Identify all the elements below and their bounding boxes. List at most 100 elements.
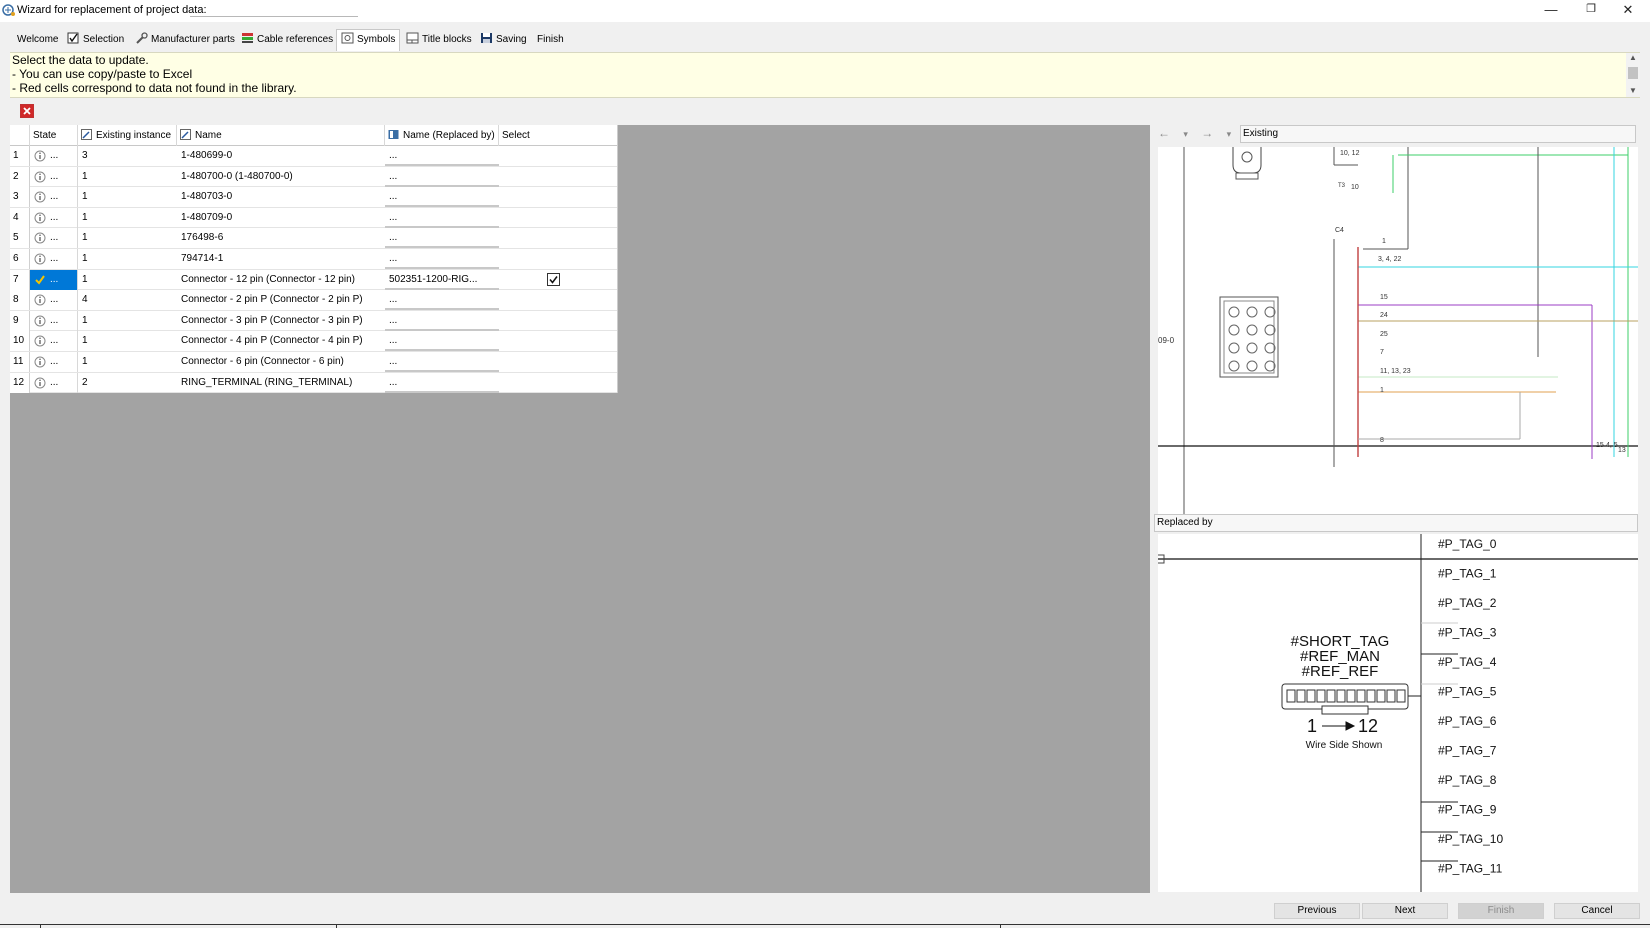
header-select[interactable]: Select [499, 125, 618, 146]
state-cell[interactable]: ... [30, 146, 78, 166]
state-more-button[interactable]: ... [50, 331, 58, 351]
state-cell[interactable]: ... [30, 310, 78, 331]
state-more-button[interactable]: ... [50, 208, 58, 228]
existing-instance-cell[interactable]: 2 [78, 373, 177, 393]
table-row[interactable]: 2... 1 1-480700-0 (1-480700-0)... [10, 166, 617, 188]
replaced-by-cell[interactable]: ... [385, 228, 499, 249]
scrollbar-thumb[interactable] [1628, 67, 1638, 79]
existing-instance-cell[interactable]: 1 [78, 167, 177, 187]
row-number[interactable]: 7 [10, 269, 30, 290]
state-more-button[interactable]: ... [50, 290, 58, 310]
row-number[interactable]: 11 [10, 351, 30, 372]
state-cell[interactable]: ... [30, 207, 78, 228]
header-state[interactable]: State [30, 125, 78, 146]
tab-selection[interactable]: Selection [63, 31, 128, 49]
name-cell[interactable]: 794714-1 [177, 249, 385, 269]
minimize-button[interactable]: — [1531, 0, 1571, 20]
state-more-button[interactable]: ... [50, 352, 58, 372]
table-row[interactable]: 3... 1 1-480703-0... [10, 187, 617, 208]
instructions-scrollbar[interactable]: ▲ ▼ [1626, 53, 1640, 97]
replaced-by-cell[interactable]: ... [385, 331, 499, 352]
table-row[interactable]: 12... 2 RING_TERMINAL (RING_TERMINAL)... [10, 372, 617, 394]
name-cell[interactable]: 1-480699-0 [177, 146, 385, 166]
forward-arrow-icon[interactable]: → [1201, 126, 1213, 140]
state-more-button[interactable]: ... [50, 187, 58, 207]
name-cell[interactable]: Connector - 2 pin P (Connector - 2 pin P… [177, 290, 385, 310]
existing-instance-cell[interactable]: 1 [78, 352, 177, 372]
existing-instance-cell[interactable]: 1 [78, 187, 177, 207]
replaced-symbol-preview[interactable]: #SHORT_TAG #REF_MAN #REF_REF 1 12 Wire S… [1158, 534, 1638, 892]
tab-manufacturer-parts[interactable]: Manufacturer parts [131, 31, 239, 49]
header-existing-instance[interactable]: Existing instance [78, 125, 177, 146]
state-cell[interactable]: ... [30, 187, 78, 208]
replaced-by-cell[interactable]: ... [385, 373, 499, 393]
row-number[interactable]: 2 [10, 166, 30, 187]
state-cell[interactable]: ... [30, 269, 78, 290]
existing-instance-cell[interactable]: 1 [78, 208, 177, 228]
state-cell[interactable]: ... [30, 290, 78, 311]
state-more-button[interactable]: ... [50, 373, 58, 393]
back-arrow-icon[interactable]: ← [1158, 126, 1170, 140]
restore-button[interactable]: ❐ [1571, 0, 1611, 20]
existing-instance-cell[interactable]: 1 [78, 249, 177, 269]
row-number[interactable]: 6 [10, 248, 30, 269]
replaced-by-cell[interactable]: ... [385, 311, 499, 331]
dropdown-icon[interactable]: ▾ [1183, 129, 1188, 139]
tab-welcome[interactable]: Welcome [13, 31, 63, 49]
state-more-button[interactable]: ... [50, 146, 58, 166]
name-cell[interactable]: Connector - 12 pin (Connector - 12 pin) [177, 270, 385, 290]
state-cell[interactable]: ... [30, 228, 78, 249]
row-number[interactable]: 10 [10, 331, 30, 352]
row-number[interactable]: 9 [10, 310, 30, 331]
name-cell[interactable]: Connector - 3 pin P (Connector - 3 pin P… [177, 311, 385, 331]
state-cell[interactable]: ... [30, 372, 78, 393]
tab-cable-references[interactable]: Cable references [237, 31, 337, 49]
table-row[interactable]: 7... 1 Connector - 12 pin (Connector - 12 … [10, 269, 617, 291]
table-row[interactable]: 5... 1 176498-6... [10, 228, 617, 249]
finish-button[interactable]: Finish [1458, 903, 1544, 919]
replaced-by-cell[interactable]: 502351-1200-RIG... [385, 270, 499, 290]
state-more-button[interactable]: ... [50, 167, 58, 187]
replaced-by-cell[interactable]: ... [385, 208, 499, 228]
existing-instance-cell[interactable]: 1 [78, 331, 177, 351]
row-number[interactable]: 12 [10, 372, 30, 393]
existing-instance-cell[interactable]: 1 [78, 228, 177, 248]
dropdown-icon[interactable]: ▾ [1227, 129, 1232, 139]
table-row[interactable]: 4... 1 1-480709-0... [10, 207, 617, 229]
existing-symbol-preview[interactable]: 10, 12 10 T3 C4 1 3, 4, 22 15 24 25 7 11… [1158, 147, 1638, 532]
row-number[interactable]: 8 [10, 290, 30, 311]
replaced-by-cell[interactable]: ... [385, 290, 499, 311]
table-row[interactable]: 8... 4 Connector - 2 pin P (Connector - 2 … [10, 290, 617, 311]
name-cell[interactable]: 1-480709-0 [177, 208, 385, 228]
table-row[interactable]: 11... 1 Connector - 6 pin (Connector - 6 p… [10, 351, 617, 373]
replaced-by-cell[interactable]: ... [385, 352, 499, 372]
name-cell[interactable]: 176498-6 [177, 228, 385, 248]
existing-instance-cell[interactable]: 1 [78, 311, 177, 331]
state-cell[interactable]: ... [30, 331, 78, 352]
previous-button[interactable]: Previous [1274, 903, 1360, 919]
header-name[interactable]: Name [177, 125, 385, 146]
state-more-button[interactable]: ... [50, 228, 58, 248]
replaced-by-cell[interactable]: ... [385, 146, 499, 166]
close-button[interactable]: ✕ [1608, 0, 1648, 20]
tab-title-blocks[interactable]: Title blocks [402, 31, 476, 49]
header-replaced-by[interactable]: Name (Replaced by) [385, 125, 499, 146]
cancel-button[interactable]: Cancel [1554, 903, 1640, 919]
existing-instance-cell[interactable]: 1 [78, 270, 177, 290]
select-checkbox[interactable] [547, 272, 560, 286]
name-cell[interactable]: RING_TERMINAL (RING_TERMINAL) [177, 373, 385, 393]
state-cell[interactable]: ... [30, 351, 78, 372]
state-more-button[interactable]: ... [50, 249, 58, 269]
tab-finish[interactable]: Finish [533, 31, 568, 49]
existing-instance-cell[interactable]: 4 [78, 290, 177, 310]
replaced-by-cell[interactable]: ... [385, 167, 499, 187]
state-more-button[interactable]: ... [50, 311, 58, 331]
state-cell[interactable]: ... [30, 248, 78, 269]
scroll-down-icon[interactable]: ▼ [1629, 86, 1637, 95]
table-row[interactable]: 6... 1 794714-1... [10, 248, 617, 270]
name-cell[interactable]: 1-480700-0 (1-480700-0) [177, 167, 385, 187]
replaced-by-cell[interactable]: ... [385, 249, 499, 269]
existing-instance-cell[interactable]: 3 [78, 146, 177, 166]
table-row[interactable]: 1... 3 1-480699-0... [10, 146, 617, 167]
name-cell[interactable]: Connector - 6 pin (Connector - 6 pin) [177, 352, 385, 372]
